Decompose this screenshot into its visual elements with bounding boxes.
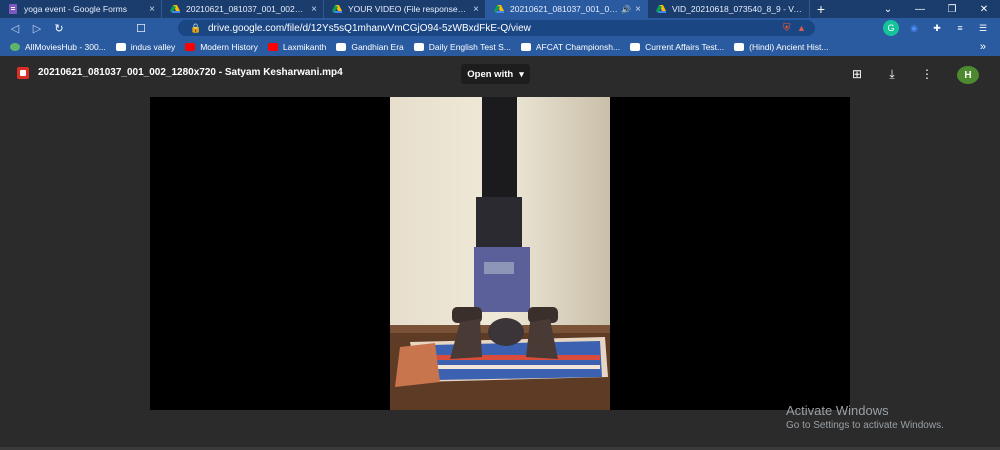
folder-icon	[520, 43, 531, 51]
bookmark-icon[interactable]: ☐	[130, 22, 152, 35]
drive-icon	[170, 4, 180, 14]
bookmarks-overflow-icon[interactable]: »	[980, 41, 986, 53]
file-name: 20210621_081037_001_002_1280x720 - Satya…	[38, 67, 343, 78]
tab-video-file-1[interactable]: 20210621_081037_001_002_1280x7 ×	[162, 0, 324, 18]
speaker-icon[interactable]: 🔊	[621, 5, 631, 14]
brave-shield-icon[interactable]: ⛨	[783, 23, 797, 34]
tab-yoga-event[interactable]: yoga event - Google Forms ×	[0, 0, 162, 18]
puzzle-icon[interactable]: ✚	[929, 20, 945, 36]
bookmark-current-affairs[interactable]: Current Affairs Test...	[630, 42, 724, 52]
window-controls: ⌄ — ❐ ✕	[872, 0, 1000, 18]
activate-windows-watermark: Activate Windows Go to Settings to activ…	[786, 403, 944, 431]
bookmark-gandhian-era[interactable]: Gandhian Era	[336, 42, 404, 52]
bookmark-daily-english[interactable]: Daily English Test S...	[413, 42, 511, 52]
back-icon[interactable]: ◁	[4, 22, 26, 35]
restore-button[interactable]: ❐	[936, 0, 968, 18]
tab-vid-vaibh[interactable]: VID_20210618_073540_8_9 - Vaibh	[648, 0, 810, 18]
tab-title: VID_20210618_073540_8_9 - Vaibh	[672, 4, 803, 14]
more-options-icon[interactable]: ⋮	[919, 66, 935, 82]
drive-icon	[494, 4, 504, 14]
download-icon[interactable]: ⤓	[884, 66, 900, 82]
bookmark-modern-history[interactable]: Modern History	[185, 42, 258, 52]
chevron-down-icon: ▾	[519, 68, 524, 79]
drive-icon	[332, 4, 342, 14]
rewards-icon[interactable]: ▲	[797, 23, 815, 33]
wallet-icon[interactable]: ◉	[906, 20, 922, 36]
tab-title: YOUR VIDEO (File responses) - Goo	[348, 4, 469, 14]
video-file-icon	[17, 67, 29, 79]
avatar[interactable]: H	[957, 66, 979, 84]
video-still-image	[390, 97, 610, 410]
tab-strip: yoga event - Google Forms × 20210621_081…	[0, 0, 1000, 18]
lock-icon[interactable]: 🔒	[190, 23, 202, 34]
tab-your-video-responses[interactable]: YOUR VIDEO (File responses) - Goo ×	[324, 0, 486, 18]
add-comment-icon[interactable]: ⊞	[849, 66, 865, 82]
playlist-icon[interactable]: ≡	[952, 20, 968, 36]
folder-icon	[413, 43, 424, 51]
folder-icon	[115, 43, 126, 51]
tab-title: yoga event - Google Forms	[24, 4, 127, 14]
open-with-button[interactable]: Open with ▾	[461, 64, 530, 84]
bookmark-laxmikanth[interactable]: Laxmikanth	[267, 42, 326, 52]
globe-icon	[10, 43, 20, 51]
address-bar[interactable]: 🔒 drive.google.com/file/d/12Ys5sQ1mhanvV…	[178, 20, 815, 36]
bookmark-indus-valley[interactable]: indus valley	[115, 42, 175, 52]
youtube-icon	[185, 43, 196, 51]
drive-icon	[656, 4, 666, 14]
forward-icon[interactable]: ▷	[26, 22, 48, 35]
close-icon[interactable]: ×	[311, 4, 317, 15]
bookmark-allmovieshub[interactable]: AllMoviesHub - 300...	[10, 42, 106, 52]
bookmark-afcat[interactable]: AFCAT Championsh...	[520, 42, 620, 52]
menu-icon[interactable]: ☰	[975, 20, 991, 36]
reload-icon[interactable]: ↻	[48, 22, 70, 35]
tab-video-file-active[interactable]: 20210621_081037_001_002 🔊 ×	[486, 0, 648, 18]
youtube-icon	[267, 43, 278, 51]
tab-search-icon[interactable]: ⌄	[872, 0, 904, 18]
tab-title: 20210621_081037_001_002_1280x7	[186, 4, 308, 14]
folder-icon	[630, 43, 641, 51]
close-icon[interactable]: ×	[635, 4, 641, 15]
forms-icon	[8, 4, 18, 14]
new-tab-button[interactable]: +	[810, 0, 832, 18]
tab-title: 20210621_081037_001_002	[510, 4, 619, 14]
grammarly-icon[interactable]: G	[883, 20, 899, 36]
bookmarks-bar: AllMoviesHub - 300... indus valley Moder…	[0, 38, 1000, 56]
url-text[interactable]: drive.google.com/file/d/12Ys5sQ1mhanvVmC…	[208, 23, 783, 34]
bookmark-ancient-history[interactable]: (Hindi) Ancient Hist...	[734, 42, 829, 52]
watermark-subtitle: Go to Settings to activate Windows.	[786, 420, 944, 431]
close-icon[interactable]: ×	[473, 4, 479, 15]
folder-icon	[336, 43, 347, 51]
close-window-button[interactable]: ✕	[968, 0, 1000, 18]
watermark-title: Activate Windows	[786, 403, 889, 418]
close-icon[interactable]: ×	[149, 4, 155, 15]
folder-icon	[734, 43, 745, 51]
minimize-button[interactable]: —	[904, 0, 936, 18]
video-frame[interactable]	[390, 97, 610, 410]
